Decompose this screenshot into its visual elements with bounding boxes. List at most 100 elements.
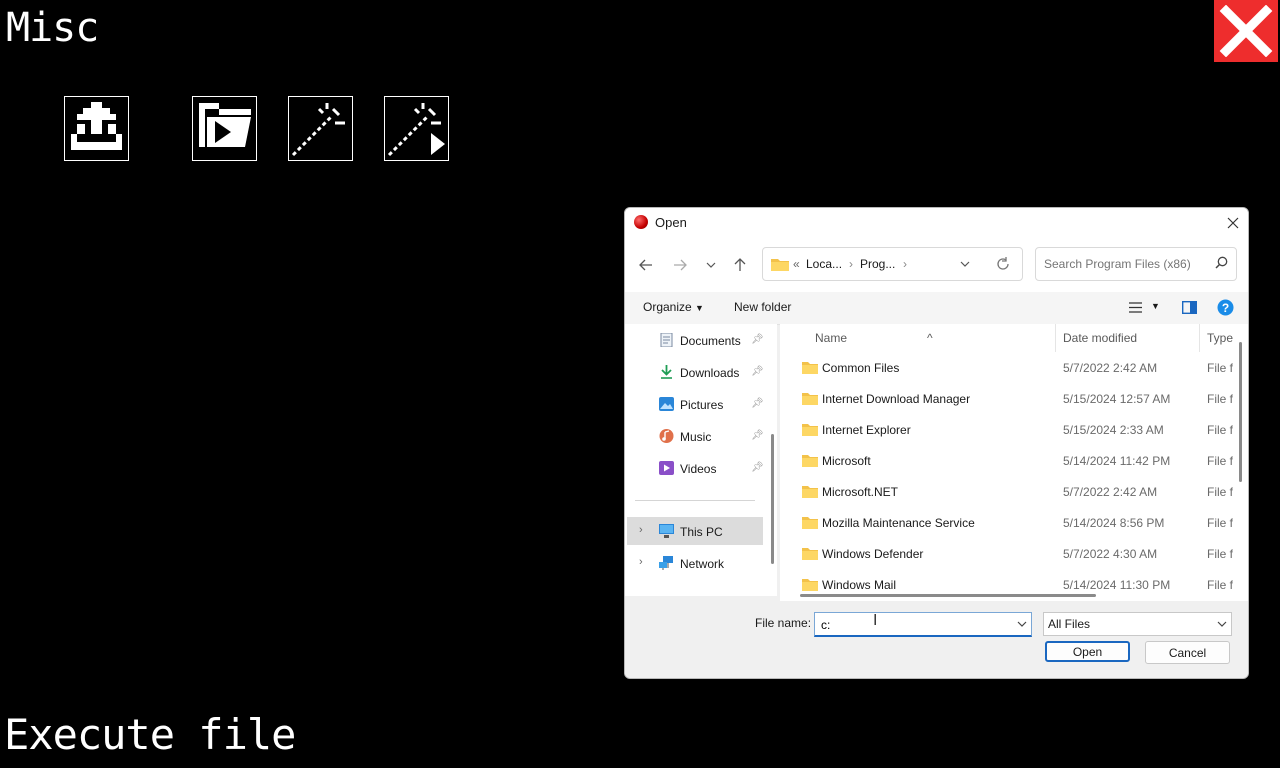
videos-icon <box>659 461 674 475</box>
pin-icon: 📌︎ <box>751 334 764 345</box>
command-bar: Organize ▼ New folder ▼ ? <box>625 292 1248 325</box>
organize-menu[interactable]: Organize ▼ <box>643 300 704 314</box>
new-folder-button[interactable]: New folder <box>734 300 791 314</box>
folder-icon <box>802 424 818 436</box>
file-list: ^ Name Date modified Type Common Files 5/… <box>780 324 1248 601</box>
breadcrumb-overflow[interactable]: « <box>793 257 800 271</box>
open-button[interactable]: Open <box>1045 641 1130 662</box>
chevron-right-icon[interactable]: › <box>639 556 643 568</box>
chevron-down-icon[interactable] <box>960 261 970 267</box>
wand-play-icon[interactable] <box>384 96 449 161</box>
file-date: 5/14/2024 11:30 PM <box>1063 578 1171 592</box>
sidebar-item-this-pc[interactable]: › This PC <box>627 517 763 545</box>
help-icon[interactable]: ? <box>1217 299 1234 316</box>
column-divider[interactable] <box>1199 324 1200 352</box>
breadcrumb-item[interactable]: Loca... <box>806 257 842 271</box>
view-options-chevron-icon[interactable]: ▼ <box>1151 301 1160 311</box>
table-row[interactable]: Mozilla Maintenance Service 5/14/2024 8:5… <box>780 508 1238 539</box>
file-name: Windows Mail <box>822 578 897 592</box>
svg-text:?: ? <box>1222 301 1229 315</box>
close-icon[interactable] <box>1218 208 1248 238</box>
sort-ascending-icon: ^ <box>927 331 933 345</box>
open-file-dialog: Open « Loca... › Prog... › Search Progra… <box>624 207 1249 679</box>
dialog-title: Open <box>655 215 687 230</box>
folder-icon <box>771 259 789 271</box>
address-bar[interactable]: « Loca... › Prog... › <box>762 247 1023 281</box>
folder-icon <box>802 579 818 591</box>
breadcrumb-item[interactable]: Prog... <box>860 257 895 271</box>
table-row[interactable]: Microsoft 5/14/2024 11:42 PM File f <box>780 446 1238 477</box>
file-name-combo[interactable] <box>814 612 1032 637</box>
column-type[interactable]: Type <box>1207 331 1233 345</box>
sidebar-item-label: Music <box>680 430 712 444</box>
column-name[interactable]: Name <box>815 331 847 345</box>
scrollbar[interactable] <box>771 434 774 564</box>
table-row[interactable]: Microsoft.NET 5/7/2022 2:42 AM File f <box>780 477 1238 508</box>
recent-locations-chevron-icon[interactable] <box>700 254 722 276</box>
file-date: 5/14/2024 8:56 PM <box>1063 516 1165 530</box>
search-box[interactable] <box>1035 247 1237 281</box>
search-input[interactable] <box>1042 254 1206 274</box>
search-icon <box>1215 256 1228 269</box>
column-date-modified[interactable]: Date modified <box>1063 331 1137 345</box>
table-row[interactable]: Common Files 5/7/2022 2:42 AM File f <box>780 353 1238 384</box>
horizontal-scrollbar[interactable] <box>800 594 1096 597</box>
column-divider[interactable] <box>1055 324 1056 352</box>
dialog-footer: File name: I All Files Open Cancel <box>625 601 1248 678</box>
organize-label: Organize <box>643 300 692 314</box>
forward-arrow-icon[interactable] <box>669 254 691 276</box>
chevron-down-icon[interactable] <box>1017 621 1027 627</box>
file-date: 5/15/2024 12:57 AM <box>1063 392 1171 406</box>
breadcrumb-separator: › <box>903 257 907 271</box>
file-type: File f <box>1207 547 1234 561</box>
file-date: 5/15/2024 2:33 AM <box>1063 423 1164 437</box>
sidebar-item-label: Documents <box>680 334 741 348</box>
file-type: File f <box>1207 454 1234 468</box>
pin-icon: 📌︎ <box>751 462 764 473</box>
folder-icon <box>802 362 818 374</box>
sidebar-item-music[interactable]: Music 📌︎ <box>627 422 764 450</box>
table-row[interactable]: Internet Download Manager 5/15/2024 12:57… <box>780 384 1238 415</box>
wand-icon[interactable] <box>288 96 353 161</box>
close-icon[interactable] <box>1214 0 1278 62</box>
scrollbar[interactable] <box>1239 342 1242 482</box>
file-type-select[interactable]: All Files <box>1043 612 1232 636</box>
file-type-value: All Files <box>1048 617 1091 631</box>
table-row[interactable]: Windows Defender 5/7/2022 4:30 AM File f <box>780 539 1238 570</box>
pin-icon: 📌︎ <box>751 430 764 441</box>
sidebar-item-videos[interactable]: Videos 📌︎ <box>627 454 764 482</box>
file-type: File f <box>1207 516 1234 530</box>
sidebar-item-label: Videos <box>680 462 717 476</box>
file-date: 5/7/2022 2:42 AM <box>1063 485 1158 499</box>
file-name: Windows Defender <box>822 547 924 561</box>
file-name: Internet Download Manager <box>822 392 971 406</box>
up-arrow-icon[interactable] <box>729 254 751 276</box>
sidebar-item-downloads[interactable]: Downloads 📌︎ <box>627 358 764 386</box>
refresh-icon[interactable] <box>996 257 1010 271</box>
view-list-icon[interactable] <box>1129 302 1142 313</box>
navigation-bar: « Loca... › Prog... › <box>625 238 1248 292</box>
preview-pane-icon[interactable] <box>1182 301 1197 314</box>
chevron-down-icon[interactable] <box>1217 621 1227 627</box>
pictures-icon <box>659 397 674 411</box>
chevron-right-icon[interactable]: › <box>639 524 643 536</box>
file-name-label: File name: <box>755 616 812 630</box>
open-folder-play-icon[interactable] <box>192 96 257 161</box>
music-icon <box>659 429 674 443</box>
documents-icon <box>660 333 673 347</box>
table-row[interactable]: Internet Explorer 5/15/2024 2:33 AM File f <box>780 415 1238 446</box>
folder-icon <box>802 548 818 560</box>
file-type: File f <box>1207 485 1234 499</box>
sidebar-item-network[interactable]: › Network <box>627 549 763 577</box>
pin-icon: 📌︎ <box>751 366 764 377</box>
file-date: 5/14/2024 11:42 PM <box>1063 454 1171 468</box>
back-arrow-icon[interactable] <box>635 254 657 276</box>
sidebar-item-pictures[interactable]: Pictures 📌︎ <box>627 390 764 418</box>
file-name-input[interactable] <box>819 615 1013 635</box>
eject-icon[interactable] <box>64 96 129 161</box>
cancel-button[interactable]: Cancel <box>1145 641 1230 664</box>
navigation-pane: Documents 📌︎ Downloads 📌︎ Pictures 📌︎ Mu… <box>625 324 777 596</box>
sidebar-item-documents[interactable]: Documents 📌︎ <box>627 326 764 354</box>
file-type: File f <box>1207 578 1234 592</box>
footer-title: Execute file <box>4 710 296 759</box>
